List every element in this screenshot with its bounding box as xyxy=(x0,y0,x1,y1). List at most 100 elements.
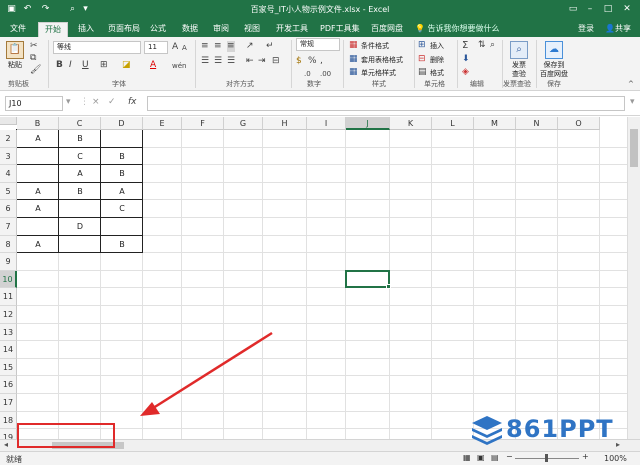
cell-c3[interactable]: C xyxy=(59,148,101,166)
row-header-4[interactable]: 4 xyxy=(0,165,17,183)
find-select-icon[interactable]: ⌕ xyxy=(490,40,495,51)
vertical-scrollbar[interactable] xyxy=(627,117,640,439)
orientation-icon[interactable]: ↗ xyxy=(246,41,254,52)
bold-button[interactable]: B xyxy=(56,60,63,71)
cell-styles-button[interactable]: 单元格样式 xyxy=(361,68,396,78)
merge-center-icon[interactable]: ⊟ xyxy=(272,56,280,67)
row-header-15[interactable]: 15 xyxy=(0,358,17,377)
insert-cells-icon[interactable]: ⊞ xyxy=(418,40,426,51)
row-header-17[interactable]: 17 xyxy=(0,394,17,412)
worksheet-grid[interactable]: B C D E F G H I J K L M N O 2 3 4 5 6 7 8 9 10 11 12 13 14 15 16 17 18… xyxy=(0,117,640,439)
row-header-13[interactable]: 13 xyxy=(0,323,17,342)
column-header-h[interactable]: H xyxy=(263,117,307,130)
sort-filter-icon[interactable]: ⇅ xyxy=(478,40,486,51)
fill-handle[interactable] xyxy=(386,284,391,290)
column-header-d[interactable]: D xyxy=(101,117,143,130)
paste-button[interactable]: 📋 粘贴 xyxy=(4,41,26,70)
save-to-baidu-button[interactable]: ☁ 保存到 百度网盘 xyxy=(538,41,570,79)
fill-color-icon[interactable]: ◪ xyxy=(122,60,131,71)
tab-data[interactable]: 数据 xyxy=(182,23,198,34)
row-header-2[interactable]: 2 xyxy=(0,130,17,148)
column-header-i[interactable]: I xyxy=(307,117,346,130)
tab-page-layout[interactable]: 页面布局 xyxy=(108,23,140,34)
column-header-c[interactable]: C xyxy=(59,117,101,130)
format-cells-icon[interactable]: ▤ xyxy=(418,67,427,78)
delete-cells-icon[interactable]: ⊟ xyxy=(418,54,426,65)
currency-button[interactable]: $ xyxy=(296,56,302,67)
tab-insert[interactable]: 插入 xyxy=(78,23,94,34)
row-header-5[interactable]: 5 xyxy=(0,182,17,201)
phonetic-icon[interactable]: wén xyxy=(172,61,186,72)
row-header-14[interactable]: 14 xyxy=(0,341,17,359)
fill-icon[interactable]: ⬇ xyxy=(462,54,470,65)
cell-d8[interactable]: B xyxy=(101,236,143,254)
delete-cells-button[interactable]: 删除 xyxy=(430,55,444,65)
font-size-select[interactable]: 11 xyxy=(144,41,168,54)
name-box-dropdown-icon[interactable]: ▾ xyxy=(66,97,71,107)
share-button[interactable]: 👤共享 xyxy=(605,23,631,34)
cell-c7[interactable]: D xyxy=(59,218,101,236)
cell-d6[interactable]: C xyxy=(101,200,143,218)
cell-c5[interactable]: B xyxy=(59,183,101,201)
formula-input[interactable] xyxy=(147,96,625,111)
tell-me-box[interactable]: 💡 告诉我你想要做什么 xyxy=(415,23,500,34)
column-header-e[interactable]: E xyxy=(143,117,182,130)
zoom-out-icon[interactable]: − xyxy=(506,452,513,461)
font-color-icon[interactable]: A xyxy=(150,60,156,71)
ribbon-display-icon[interactable]: ▭ xyxy=(566,3,580,16)
tab-pdf-tools[interactable]: PDF工具集 xyxy=(320,23,360,34)
row-header-19[interactable]: 19 xyxy=(0,429,17,439)
column-header-k[interactable]: K xyxy=(390,117,432,130)
zoom-in-icon[interactable]: + xyxy=(582,452,589,461)
cell-b5[interactable]: A xyxy=(17,183,59,201)
border-icon[interactable]: ⊞ xyxy=(100,60,108,71)
row-header-16[interactable]: 16 xyxy=(0,376,17,394)
shrink-font-icon[interactable]: A xyxy=(182,43,187,54)
page-layout-view-icon[interactable]: ▣ xyxy=(477,453,485,462)
login-link[interactable]: 登录 xyxy=(578,23,594,34)
row-header-7[interactable]: 7 xyxy=(0,218,17,236)
underline-button[interactable]: U xyxy=(82,60,89,71)
clear-icon[interactable]: ◈ xyxy=(462,67,469,78)
tab-view[interactable]: 视图 xyxy=(244,23,260,34)
row-header-9[interactable]: 9 xyxy=(0,253,17,271)
cancel-icon[interactable]: × xyxy=(92,97,100,107)
tab-developer[interactable]: 开发工具 xyxy=(276,23,308,34)
autosum-button[interactable]: Σ xyxy=(462,40,468,51)
row-header-3[interactable]: 3 xyxy=(0,147,17,166)
tab-file[interactable]: 文件 xyxy=(10,23,26,34)
column-header-f[interactable]: F xyxy=(182,117,224,130)
align-center-icon[interactable]: ☰ xyxy=(214,56,222,67)
column-header-b[interactable]: B xyxy=(17,117,59,130)
row-header-18[interactable]: 18 xyxy=(0,411,17,430)
select-all-corner[interactable] xyxy=(0,117,17,125)
column-header-l[interactable]: L xyxy=(432,117,474,130)
decrease-indent-icon[interactable]: ⇤ xyxy=(246,56,254,67)
cell-b6[interactable]: A xyxy=(17,200,59,218)
tab-formulas[interactable]: 公式 xyxy=(150,23,166,34)
expand-formula-bar-icon[interactable]: ▾ xyxy=(630,97,635,107)
enter-icon[interactable]: ✓ xyxy=(108,97,116,107)
row-header-6[interactable]: 6 xyxy=(0,200,17,218)
collapse-ribbon-icon[interactable]: ^ xyxy=(628,79,634,90)
cell-c2[interactable]: B xyxy=(59,130,101,148)
conditional-format-icon[interactable]: ▦ xyxy=(349,40,358,51)
row-header-8[interactable]: 8 xyxy=(0,235,17,254)
cell-c4[interactable]: A xyxy=(59,165,101,183)
percent-button[interactable]: % xyxy=(308,56,317,67)
tab-home[interactable]: 开始 xyxy=(38,22,68,37)
maximize-icon[interactable]: □ xyxy=(601,3,615,16)
name-box[interactable]: J10 xyxy=(5,96,63,111)
column-header-g[interactable]: G xyxy=(224,117,263,130)
format-as-table-button[interactable]: 套用表格格式 xyxy=(361,55,403,65)
row-header-12[interactable]: 12 xyxy=(0,306,17,324)
row-header-10[interactable]: 10 xyxy=(0,270,17,289)
close-icon[interactable]: ✕ xyxy=(620,3,634,16)
copy-icon[interactable]: ⧉ xyxy=(30,53,36,64)
normal-view-icon[interactable]: ▦ xyxy=(463,453,471,462)
column-header-n[interactable]: N xyxy=(516,117,558,130)
insert-cells-button[interactable]: 插入 xyxy=(430,41,444,51)
cut-icon[interactable]: ✂ xyxy=(30,41,38,52)
insert-function-icon[interactable]: fx xyxy=(128,97,137,107)
tab-baidu-pan[interactable]: 百度网盘 xyxy=(371,23,403,34)
